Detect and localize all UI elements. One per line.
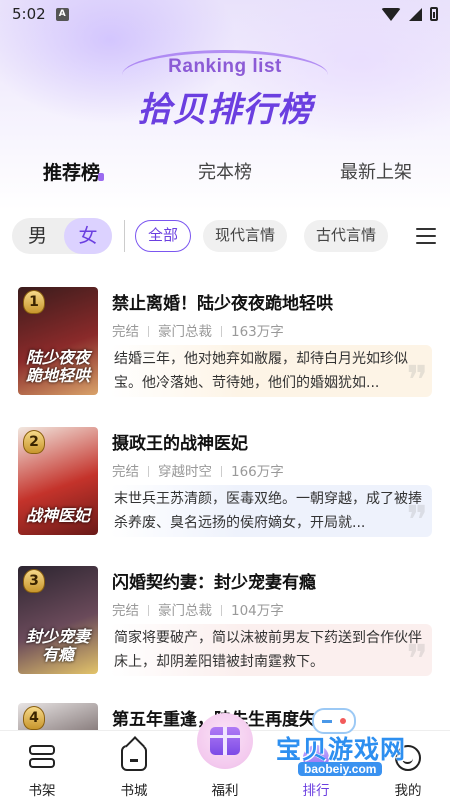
tab-label: 最新上架 (340, 162, 412, 183)
nav-label: 排行 (302, 783, 330, 799)
book-item[interactable]: 3 封少宠妻有瘾 闪婚契约妻：封少宠妻有瘾 完结 豪门总裁 104万字 简家将要破产… (18, 566, 432, 678)
nav-label: 书城 (120, 783, 148, 799)
book-category: 豪门总裁 (158, 603, 212, 619)
tab-label: 推荐榜 (43, 162, 101, 184)
bottom-navigation: 书架 书城 福利 排行 我的 (0, 713, 450, 800)
book-word-count: 104万字 (231, 603, 284, 619)
ranking-icon (303, 745, 329, 771)
chip-modern-romance[interactable]: 现代言情 (203, 220, 288, 252)
book-meta: 完结 豪门总裁 163万字 (112, 320, 284, 340)
signal-icon (409, 7, 422, 21)
book-meta: 完结 穿越时空 166万字 (112, 460, 284, 480)
book-word-count: 163万字 (231, 324, 284, 340)
quote-icon: ❞ (406, 358, 428, 397)
nav-label: 我的 (394, 783, 422, 799)
book-category: 穿越时空 (158, 464, 212, 480)
book-title[interactable]: 禁止离婚！陆少夜夜跪地轻哄 (112, 289, 333, 314)
rank-badge: 1 (23, 290, 45, 314)
book-status: 完结 (112, 324, 139, 340)
book-description-text: 末世兵王苏清颜，医毒双绝。一朝穿越，成了被捧杀养废、臭名远扬的侯府嫡女，开局就.… (114, 491, 422, 531)
gender-option-male[interactable]: 男 (28, 218, 47, 254)
book-status: 完结 (112, 603, 139, 619)
book-cover[interactable]: 2 战神医妃 (18, 427, 98, 535)
gender-option-female[interactable]: 女 (64, 218, 112, 254)
book-item[interactable]: 1 陆少夜夜跪地轻哄 禁止离婚！陆少夜夜跪地轻哄 完结 豪门总裁 163万字 结婚三… (18, 287, 432, 399)
tab-label: 完本榜 (198, 162, 252, 183)
wifi-icon (381, 7, 401, 21)
profile-icon (395, 745, 421, 771)
cover-title: 封少宠妻有瘾 (25, 627, 90, 664)
welfare-icon-spacer (212, 745, 238, 771)
book-cover[interactable]: 1 陆少夜夜跪地轻哄 (18, 287, 98, 395)
book-status: 完结 (112, 464, 139, 480)
hero-title-en: Ranking list (168, 56, 282, 77)
nav-ranking[interactable]: 排行 (286, 745, 346, 799)
status-time: 5:02 (12, 5, 46, 23)
hero-title-cn: 拾贝排行榜 (137, 90, 313, 130)
book-category: 豪门总裁 (158, 324, 212, 340)
book-description-text: 简家将要破产，简以沫被前男友下药送到合作伙伴床上，却阴差阳错被封南霆救下。 (114, 630, 422, 670)
chip-all[interactable]: 全部 (135, 220, 192, 252)
chip-ancient-romance[interactable]: 古代言情 (304, 220, 389, 252)
quote-icon: ❞ (406, 637, 428, 676)
active-tab-indicator (98, 173, 105, 181)
book-description-text: 结婚三年，他对她弃如敝履，却待白月光如珍似宝。他冷落她、苛待她，他们的婚姻犹如.… (114, 351, 408, 391)
nav-bookstore[interactable]: 书城 (104, 745, 164, 799)
ranking-tabs: 推荐榜 完本榜 最新上架 (0, 158, 450, 194)
cover-title: 战神医妃 (25, 506, 90, 525)
book-title[interactable]: 闪婚契约妻：封少宠妻有瘾 (112, 568, 316, 593)
book-item[interactable]: 2 战神医妃 摄政王的战神医妃 完结 穿越时空 166万字 末世兵王苏清颜，医毒双绝… (18, 427, 432, 539)
rank-badge: 2 (23, 430, 45, 454)
rank-badge: 3 (23, 569, 45, 593)
notification-icon: A (55, 7, 69, 21)
book-description: 结婚三年，他对她弃如敝履，却待白月光如珍似宝。他冷落她、苛待她，他们的婚姻犹如.… (110, 345, 432, 397)
book-description: 简家将要破产，简以沫被前男友下药送到合作伙伴床上，却阴差阳错被封南霆救下。 ❞ (110, 624, 432, 676)
nav-welfare[interactable]: 福利 (195, 745, 255, 799)
tab-recommended[interactable]: 推荐榜 (43, 158, 105, 185)
gender-toggle: 男 女 (12, 218, 112, 254)
quote-icon: ❞ (406, 498, 428, 537)
book-word-count: 166万字 (231, 464, 284, 480)
nav-bookshelf[interactable]: 书架 (12, 745, 72, 799)
battery-icon (430, 7, 438, 21)
nav-profile[interactable]: 我的 (378, 745, 438, 799)
book-meta: 完结 豪门总裁 104万字 (112, 599, 284, 619)
book-description: 末世兵王苏清颜，医毒双绝。一朝穿越，成了被捧杀养废、臭名远扬的侯府嫡女，开局就.… (110, 485, 432, 537)
status-bar: 5:02 A (0, 0, 450, 28)
rank-badge: 4 (23, 706, 45, 730)
bookshelf-icon (29, 745, 55, 771)
bookstore-icon (121, 745, 147, 771)
book-title[interactable]: 摄政王的战神医妃 (112, 429, 248, 454)
nav-label: 福利 (211, 783, 239, 799)
tab-completed[interactable]: 完本榜 (198, 158, 252, 184)
filter-row: 男 女 全部 现代言情 古代言情 (0, 216, 450, 256)
cover-title: 陆少夜夜跪地轻哄 (25, 348, 90, 385)
category-menu-icon[interactable] (416, 228, 436, 244)
tab-new-arrivals[interactable]: 最新上架 (340, 158, 412, 184)
filter-divider (124, 220, 125, 252)
nav-label: 书架 (28, 783, 56, 799)
book-cover[interactable]: 3 封少宠妻有瘾 (18, 566, 98, 674)
